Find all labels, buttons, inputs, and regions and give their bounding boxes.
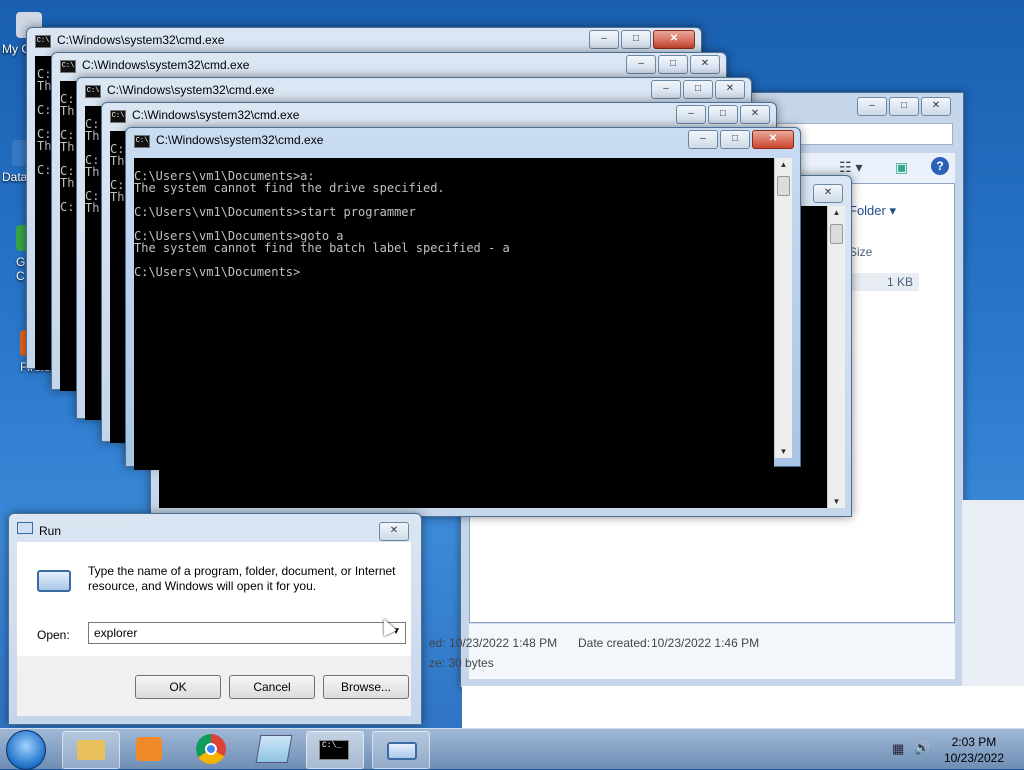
- scroll-down-arrow[interactable]: ▼: [828, 497, 845, 506]
- clock-time: 2:03 PM: [951, 735, 997, 749]
- maximize-button[interactable]: □: [720, 130, 750, 149]
- open-label: Open:: [37, 628, 70, 642]
- vertical-scrollbar[interactable]: ▲ ▼: [827, 206, 845, 508]
- taskbar-media-player[interactable]: [136, 737, 162, 761]
- maximize-button[interactable]: □: [658, 55, 688, 74]
- console-line: C:\Users\vm1\Documents>start programmer: [134, 205, 416, 219]
- window-title: C:\Windows\system32\cmd.exe: [107, 83, 275, 97]
- minimize-button[interactable]: ‒: [688, 130, 718, 149]
- console-line: C:\Users\vm1\Documents>: [134, 265, 301, 279]
- run-title-icon: [17, 522, 33, 534]
- date-created-label: Date created:: [578, 636, 651, 650]
- view-options-icon[interactable]: ☷ ▾: [839, 159, 862, 176]
- cancel-button[interactable]: Cancel: [229, 675, 315, 699]
- arrange-by-dropdown[interactable]: Folder ▾: [849, 203, 896, 219]
- cmd-icon: C:\: [85, 85, 101, 98]
- close-button[interactable]: ✕: [379, 522, 409, 541]
- taskbar-explorer[interactable]: [62, 731, 120, 769]
- minimize-button[interactable]: ‒: [857, 97, 887, 116]
- file-size-cell: 1 KB: [849, 273, 919, 291]
- desktop-icon-label: G: [16, 255, 26, 269]
- size-column-header[interactable]: Size: [849, 245, 872, 259]
- close-button[interactable]: ✕: [715, 80, 745, 99]
- dialog-content: Type the name of a program, folder, docu…: [17, 542, 411, 656]
- background-window-fragment: [462, 686, 1024, 728]
- close-button[interactable]: ✕: [921, 97, 951, 116]
- details-pane: ed: 10/23/2022 1:48 PM Date created: 10/…: [429, 623, 955, 679]
- close-button[interactable]: ✕: [752, 130, 794, 149]
- maximize-button[interactable]: □: [621, 30, 651, 49]
- open-combobox[interactable]: explorer ▼: [88, 622, 406, 644]
- caption-buttons: ‒ □ ✕: [589, 30, 695, 49]
- network-icon[interactable]: ▦: [892, 741, 904, 757]
- close-button[interactable]: ✕: [690, 55, 720, 74]
- chrome-center-icon: [205, 743, 217, 755]
- window-title: C:\Windows\system32\cmd.exe: [82, 58, 250, 72]
- window-title: C:\Windows\system32\cmd.exe: [132, 108, 300, 122]
- date-modified: ed: 10/23/2022 1:48 PM: [429, 636, 558, 650]
- browse-button[interactable]: Browse...: [323, 675, 409, 699]
- taskbar-run[interactable]: [372, 731, 430, 769]
- volume-icon[interactable]: 🔊: [914, 740, 930, 756]
- scroll-up-arrow[interactable]: ▲: [775, 160, 792, 169]
- help-icon[interactable]: ?: [931, 157, 949, 175]
- desktop-icon-label: Data: [2, 170, 28, 184]
- taskbar-chrome[interactable]: [196, 734, 226, 764]
- cmd-icon: C:\: [134, 135, 150, 148]
- minimize-button[interactable]: ‒: [626, 55, 656, 74]
- window-title: C:\Windows\system32\cmd.exe: [156, 133, 324, 147]
- caption-buttons: ‒ □ ✕: [676, 105, 770, 124]
- maximize-button[interactable]: □: [708, 105, 738, 124]
- desktop-icon-label: C: [16, 269, 25, 283]
- cmd-icon: C:\: [60, 60, 76, 73]
- taskbar-notepad[interactable]: [255, 735, 293, 763]
- date-created-value: 10/23/2022 1:46 PM: [651, 636, 760, 650]
- caption-buttons: ‒ □ ✕: [688, 130, 794, 149]
- dialog-title: Run: [39, 524, 62, 538]
- ok-button[interactable]: OK: [135, 675, 221, 699]
- run-dialog[interactable]: Run ✕ Type the name of a program, folder…: [8, 513, 422, 725]
- dialog-description: Type the name of a program, folder, docu…: [88, 564, 396, 593]
- cmd-icon: C:\: [110, 110, 126, 123]
- caption-buttons: ✕: [813, 184, 843, 203]
- scroll-thumb[interactable]: [777, 176, 790, 196]
- cmd-icon: C:\_: [319, 740, 349, 760]
- run-icon: [387, 742, 417, 760]
- clock[interactable]: 2:03 PM 10/23/2022: [944, 734, 1004, 766]
- console-output[interactable]: C:\Users\vm1\Documents>a: The system cann…: [134, 158, 774, 470]
- scroll-up-arrow[interactable]: ▲: [828, 208, 845, 217]
- maximize-button[interactable]: □: [683, 80, 713, 99]
- start-button[interactable]: [6, 730, 46, 770]
- scroll-down-arrow[interactable]: ▼: [775, 447, 792, 456]
- cmd-icon: C:\: [35, 35, 51, 48]
- explorer-caption-buttons: ‒ □ ✕: [857, 97, 951, 116]
- preview-pane-icon[interactable]: ▣: [895, 159, 908, 176]
- close-button[interactable]: ✕: [653, 30, 695, 49]
- taskbar: C:\_ ▦ 🔊 2:03 PM 10/23/2022: [0, 728, 1024, 770]
- minimize-button[interactable]: ‒: [676, 105, 706, 124]
- run-icon: [37, 570, 71, 592]
- console-line: The system cannot find the drive specifi…: [134, 181, 445, 195]
- folder-icon: [77, 740, 105, 760]
- caption-buttons: ‒ □ ✕: [651, 80, 745, 99]
- cmd-window-active[interactable]: C:\ C:\Windows\system32\cmd.exe ‒ □ ✕ C:…: [125, 127, 801, 470]
- window-title: C:\Windows\system32\cmd.exe: [57, 33, 225, 47]
- open-input[interactable]: explorer: [94, 626, 137, 640]
- close-button[interactable]: ✕: [813, 184, 843, 203]
- console-line: The system cannot find the batch label s…: [134, 241, 510, 255]
- close-button[interactable]: ✕: [740, 105, 770, 124]
- file-size: ze: 30 bytes: [429, 656, 494, 670]
- caption-buttons: ‒ □ ✕: [626, 55, 720, 74]
- vertical-scrollbar[interactable]: ▲ ▼: [774, 158, 792, 458]
- maximize-button[interactable]: □: [889, 97, 919, 116]
- minimize-button[interactable]: ‒: [589, 30, 619, 49]
- taskbar-cmd[interactable]: C:\_: [306, 731, 364, 769]
- dialog-body: Type the name of a program, folder, docu…: [17, 542, 411, 716]
- clock-date: 10/23/2022: [943, 751, 1004, 765]
- scroll-thumb[interactable]: [830, 224, 843, 244]
- minimize-button[interactable]: ‒: [651, 80, 681, 99]
